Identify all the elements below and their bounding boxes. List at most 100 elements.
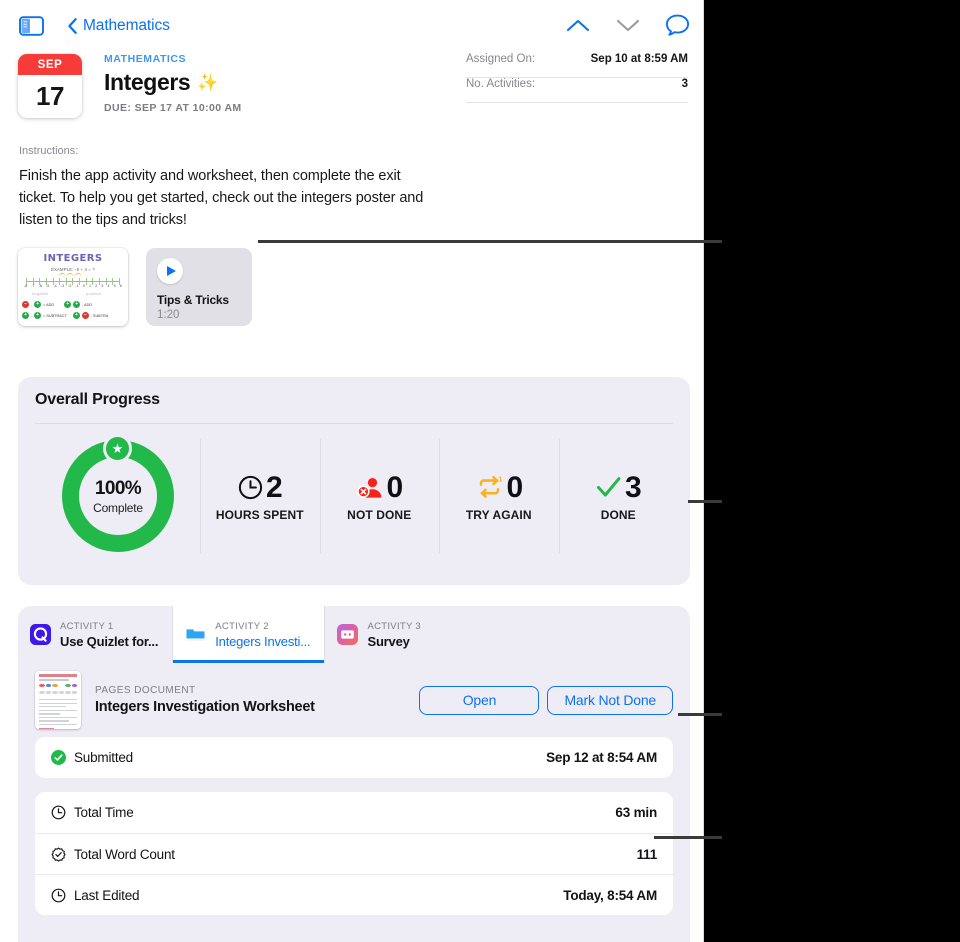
clock-icon	[51, 805, 66, 820]
poster-subtitle: EXAMPLE: -5 + 4 = ?	[51, 267, 95, 272]
callout-attachments	[258, 240, 722, 243]
assignment-meta: Assigned On: Sep 10 at 8:59 AM No. Activ…	[466, 53, 688, 103]
stat-hours-spent: 2 HOURS SPENT	[200, 439, 320, 553]
open-button[interactable]: Open	[419, 685, 540, 715]
stat-label: TRY AGAIN	[465, 507, 532, 522]
star-icon: ★	[103, 434, 132, 463]
speech-bubble-icon[interactable]	[665, 14, 690, 37]
meta-row-activity-count: No. Activities: 3	[466, 78, 688, 102]
document-actions: Open Mark Not Done	[419, 685, 673, 715]
check-circle-icon	[51, 750, 66, 765]
sidebar-toggle-icon[interactable]	[19, 16, 44, 36]
detail-label: Total Word Count	[74, 846, 175, 862]
pane-edge-divider	[703, 0, 704, 942]
tab-label: Survey	[367, 633, 410, 649]
survey-app-icon	[337, 624, 359, 645]
progress-stats: 2 HOURS SPENT 0 NOT DONE 1 0 TRY AGAIN 3…	[200, 439, 678, 553]
progress-caption: Complete	[93, 500, 143, 515]
detail-label: Last Edited	[74, 887, 140, 903]
tips-and-tricks-video-card[interactable]: Tips & Tricks 1:20	[146, 248, 252, 326]
tab-activity-1[interactable]: ACTIVITY 1 Use Quizlet for...	[18, 606, 174, 663]
tab-activity-2[interactable]: ACTIVITY 2 Integers Investi...	[173, 606, 326, 663]
back-button[interactable]: Mathematics	[68, 15, 170, 37]
submitted-row: Submitted Sep 12 at 8:54 AM	[35, 737, 673, 778]
due-date-day: 17	[36, 81, 64, 111]
due-date-month: SEP	[18, 54, 82, 75]
wordcount-icon	[51, 846, 66, 862]
mark-not-done-button[interactable]: Mark Not Done	[547, 685, 673, 715]
navbar-actions	[565, 14, 690, 37]
submission-details-card: Total Time 63 min Total Word Count 111 L…	[35, 792, 673, 915]
due-date-text: DUE: SEP 17 AT 10:00 AM	[104, 102, 242, 114]
meta-key: Assigned On:	[466, 53, 536, 65]
chevron-down-icon[interactable]	[615, 17, 641, 34]
document-kind: PAGES DOCUMENT	[95, 685, 196, 696]
activity-tabs: ACTIVITY 1 Use Quizlet for... ACTIVITY 2…	[18, 606, 690, 663]
submitted-label: Submitted	[74, 750, 133, 765]
assignment-title-block: MATHEMATICS Integers ✨ DUE: SEP 17 AT 10…	[104, 53, 242, 114]
stat-not-done: 0 NOT DONE	[319, 439, 440, 553]
callout-total-time	[654, 836, 722, 839]
poster-rule-row: –, + = ADD + +, ADD	[22, 301, 124, 308]
attachment-list: INTEGERS EXAMPLE: -5 + 4 = ? -8 -7 -6 -5 -4-…	[18, 248, 252, 326]
detail-value: 63 min	[615, 805, 657, 820]
meta-divider	[466, 102, 688, 103]
submitted-value: Sep 12 at 8:54 AM	[546, 750, 657, 765]
video-duration: 1:20	[157, 309, 180, 321]
tab-kicker: ACTIVITY 2	[215, 620, 269, 632]
due-date-badge: SEP 17	[18, 54, 82, 118]
tab-label: Integers Investi...	[215, 633, 311, 649]
pages-folder-icon	[185, 624, 206, 645]
poster-rule-row: +, + = SUBTRACT + –, SUBTRA	[22, 312, 124, 319]
poster-positive-label: positive	[86, 291, 102, 296]
detail-row-total-time: Total Time 63 min	[35, 792, 673, 833]
play-icon[interactable]	[157, 258, 183, 284]
page-title: Integers	[104, 69, 191, 95]
overall-progress-card: Overall Progress 100% Complete ★ 2 HOURS…	[18, 377, 690, 585]
tab-kicker: ACTIVITY 1	[60, 620, 114, 632]
repeat-one-icon: 1	[479, 475, 502, 498]
sparkles-icon: ✨	[197, 73, 219, 92]
poster-negative-label: negative	[32, 291, 49, 296]
tab-activity-3[interactable]: ACTIVITY 3 Survey	[325, 606, 435, 663]
stat-value: 2	[266, 470, 283, 504]
stat-value: 0	[506, 470, 524, 504]
number-line-labels: -8 -7 -6 -5 -4 -3 -2 -1 0 1 2 3 4 5 6	[24, 284, 122, 288]
progress-percent: 100%	[94, 477, 142, 499]
clock-icon	[51, 888, 66, 902]
stat-done: 3 DONE	[558, 439, 679, 553]
chevron-up-icon[interactable]	[565, 17, 591, 34]
tab-kicker: ACTIVITY 3	[367, 620, 421, 632]
overall-progress-title: Overall Progress	[35, 391, 160, 408]
progress-ring: 100% Complete ★	[62, 434, 174, 552]
assignment-detail-pane: Mathematics SEP 17 MATHEMATICS Integers …	[0, 0, 704, 942]
chevron-left-icon	[68, 18, 77, 34]
divider	[35, 423, 673, 424]
integers-poster-thumbnail[interactable]: INTEGERS EXAMPLE: -5 + 4 = ? -8 -7 -6 -5 -4-…	[18, 248, 128, 326]
detail-label: Total Time	[74, 805, 134, 820]
checkmark-icon	[597, 477, 621, 497]
meta-key: No. Activities:	[466, 78, 536, 90]
detail-row-word-count: Total Word Count 111	[35, 833, 673, 874]
poster-title: INTEGERS	[43, 253, 103, 264]
detail-value: Today, 8:54 AM	[563, 887, 657, 903]
document-row: PAGES DOCUMENT Integers Investigation Wo…	[18, 663, 690, 737]
submission-status-card: Submitted Sep 12 at 8:54 AM	[35, 737, 673, 778]
document-name: Integers Investigation Worksheet	[95, 699, 315, 715]
quizlet-app-icon	[30, 624, 51, 645]
stat-try-again: 1 0 TRY AGAIN	[439, 439, 559, 553]
svg-text:1: 1	[498, 475, 502, 483]
document-thumbnail[interactable]	[35, 671, 81, 729]
meta-value: 3	[681, 78, 688, 90]
number-line	[26, 281, 120, 282]
callout-mark-not-done	[678, 713, 722, 716]
clock-icon	[238, 475, 263, 500]
instructions-label: Instructions:	[19, 145, 79, 157]
meta-row-assigned-on: Assigned On: Sep 10 at 8:59 AM	[466, 53, 688, 77]
activities-card: ACTIVITY 1 Use Quizlet for... ACTIVITY 2…	[18, 606, 690, 942]
navigation-bar: Mathematics	[0, 0, 704, 46]
detail-value: 111	[636, 846, 658, 862]
back-button-label: Mathematics	[83, 17, 170, 34]
video-title: Tips & Tricks	[157, 293, 229, 307]
stat-value: 3	[625, 470, 642, 504]
